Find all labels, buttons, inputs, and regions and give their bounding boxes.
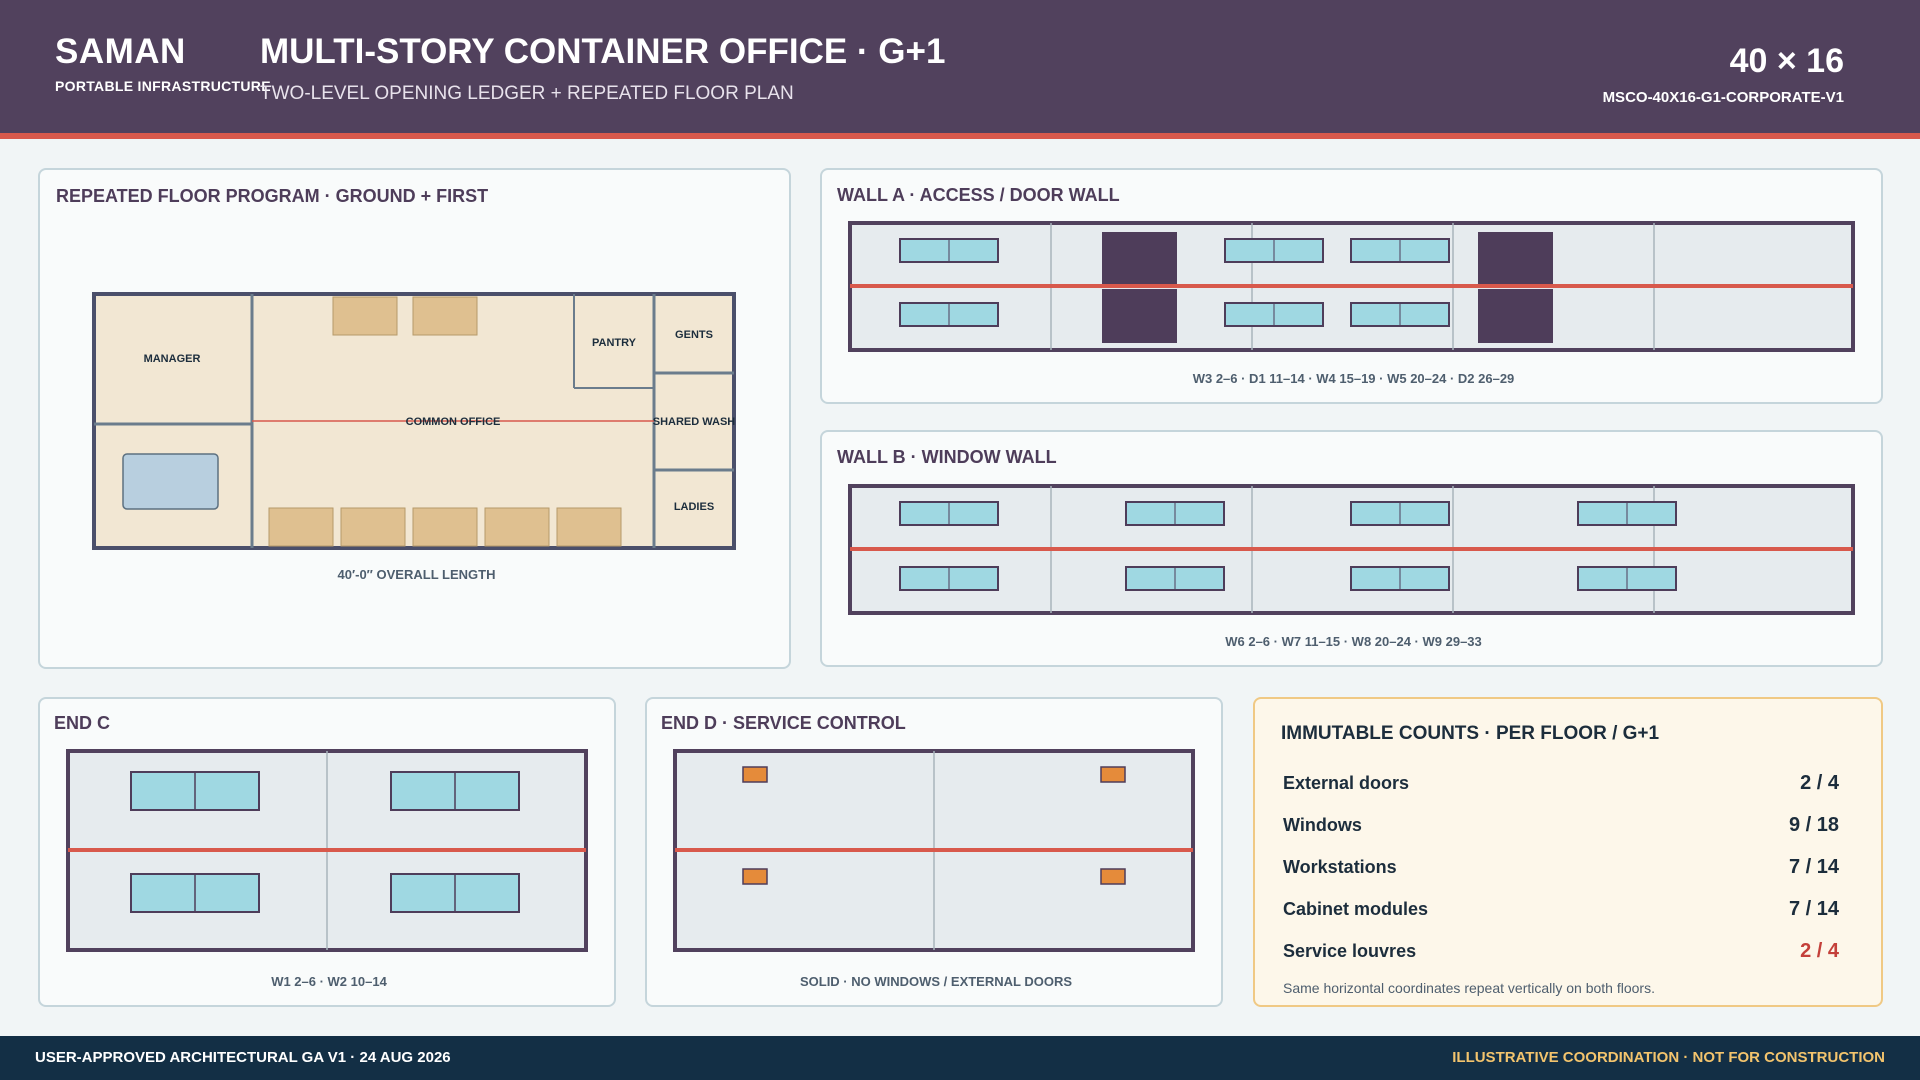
construction-warning: ILLUSTRATIVE COORDINATION · NOT FOR CONS…: [1452, 1049, 1885, 1066]
end-d-elevation: [673, 749, 1195, 952]
meeting-table: [122, 453, 219, 510]
count-row-external-doors: External doors 2 / 4: [1283, 769, 1839, 799]
wall-b-panel: WALL B · WINDOW WALL W6 2–6 · W7 11–15 ·…: [820, 430, 1883, 667]
count-value: 9 / 18: [1788, 814, 1839, 836]
service-louvre-first-right: [1100, 868, 1126, 885]
count-label: Cabinet modules: [1283, 899, 1429, 919]
cabinet-module: [412, 296, 478, 336]
container-size: 40 × 16: [1729, 42, 1844, 80]
count-label: Service louvres: [1283, 941, 1417, 961]
count-value: 7 / 14: [1788, 856, 1839, 878]
floor-plan-panel: REPEATED FLOOR PROGRAM · GROUND + FIRST …: [38, 168, 791, 669]
end-d-panel: END D · SERVICE CONTROL SOLID · NO WINDO…: [645, 697, 1223, 1007]
approval-note: USER-APPROVED ARCHITECTURAL GA V1 · 24 A…: [35, 1049, 451, 1066]
header-accent-stripe: [0, 133, 1920, 139]
room-label-ladies: LADIES: [674, 501, 714, 513]
header-bar: SAMAN PORTABLE INFRASTRUCTURE MULTI-STOR…: [0, 0, 1920, 133]
floor-plan-caption: 40′-0″ OVERALL LENGTH: [337, 567, 496, 582]
footer-bar: USER-APPROVED ARCHITECTURAL GA V1 · 24 A…: [0, 1036, 1920, 1080]
page-title: MULTI-STORY CONTAINER OFFICE · G+1: [260, 32, 946, 71]
wall-a-caption: W3 2–6 · D1 11–14 · W4 15–19 · W5 20–24 …: [1192, 371, 1515, 386]
counts-note: Same horizontal coordinates repeat verti…: [1283, 980, 1655, 996]
workstation: [412, 507, 478, 547]
count-label: Workstations: [1283, 857, 1397, 877]
count-row-workstations: Workstations 7 / 14: [1283, 853, 1839, 883]
end-c-elevation: [66, 749, 588, 952]
service-louvre-ground-right: [1100, 766, 1126, 783]
immutable-counts-panel: IMMUTABLE COUNTS · PER FLOOR / G+1 Exter…: [1253, 697, 1883, 1007]
room-label-pantry: PANTRY: [592, 337, 637, 349]
door-d1-ground: [1102, 232, 1177, 286]
end-c-caption: W1 2–6 · W2 10–14: [271, 974, 387, 989]
count-row-windows: Windows 9 / 18: [1283, 811, 1839, 841]
count-label: External doors: [1283, 773, 1410, 793]
count-value: 2 / 4: [1800, 940, 1839, 962]
wall-b-caption: W6 2–6 · W7 11–15 · W8 20–24 · W9 29–33: [1225, 634, 1482, 649]
end-d-caption: SOLID · NO WINDOWS / EXTERNAL DOORS: [799, 974, 1073, 989]
page-subtitle: TWO-LEVEL OPENING LEDGER + REPEATED FLOO…: [260, 83, 794, 104]
wall-b-elevation: [848, 484, 1855, 615]
room-label-common: COMMON OFFICE: [406, 416, 501, 428]
workstation: [484, 507, 550, 547]
service-louvre-ground-left: [742, 766, 768, 783]
wall-a-panel: WALL A · ACCESS / DOOR WALL W3 2–6 · D1 …: [820, 168, 1883, 404]
room-label-gents: GENTS: [675, 329, 713, 341]
count-value: 7 / 14: [1788, 898, 1839, 920]
workstation: [340, 507, 406, 547]
document-code: MSCO-40X16-G1-CORPORATE-V1: [1602, 89, 1844, 106]
workstation: [556, 507, 622, 547]
brand-tagline: PORTABLE INFRASTRUCTURE: [55, 78, 271, 94]
room-label-shared-wash: SHARED WASH: [653, 416, 736, 428]
brand-name: SAMAN: [55, 32, 186, 71]
counts-title: IMMUTABLE COUNTS · PER FLOOR / G+1: [1281, 723, 1660, 744]
wall-a-elevation: [848, 221, 1855, 352]
end-c-panel: END C W1 2–6 · W2 10–14: [38, 697, 616, 1007]
service-louvre-first-left: [742, 868, 768, 885]
count-value: 2 / 4: [1800, 772, 1839, 794]
room-label-manager: MANAGER: [144, 353, 201, 365]
floor-plan-drawing: MANAGER COMMON OFFICE PANTRY GENTS SHARE…: [92, 292, 736, 550]
count-row-cabinet-modules: Cabinet modules 7 / 14: [1283, 895, 1839, 925]
count-label: Windows: [1283, 815, 1362, 835]
count-row-service-louvres: Service louvres 2 / 4: [1283, 937, 1839, 967]
cabinet-module: [332, 296, 398, 336]
door-d2-first: [1478, 289, 1553, 343]
door-d1-first: [1102, 289, 1177, 343]
workstation: [268, 507, 334, 547]
door-d2-ground: [1478, 232, 1553, 286]
